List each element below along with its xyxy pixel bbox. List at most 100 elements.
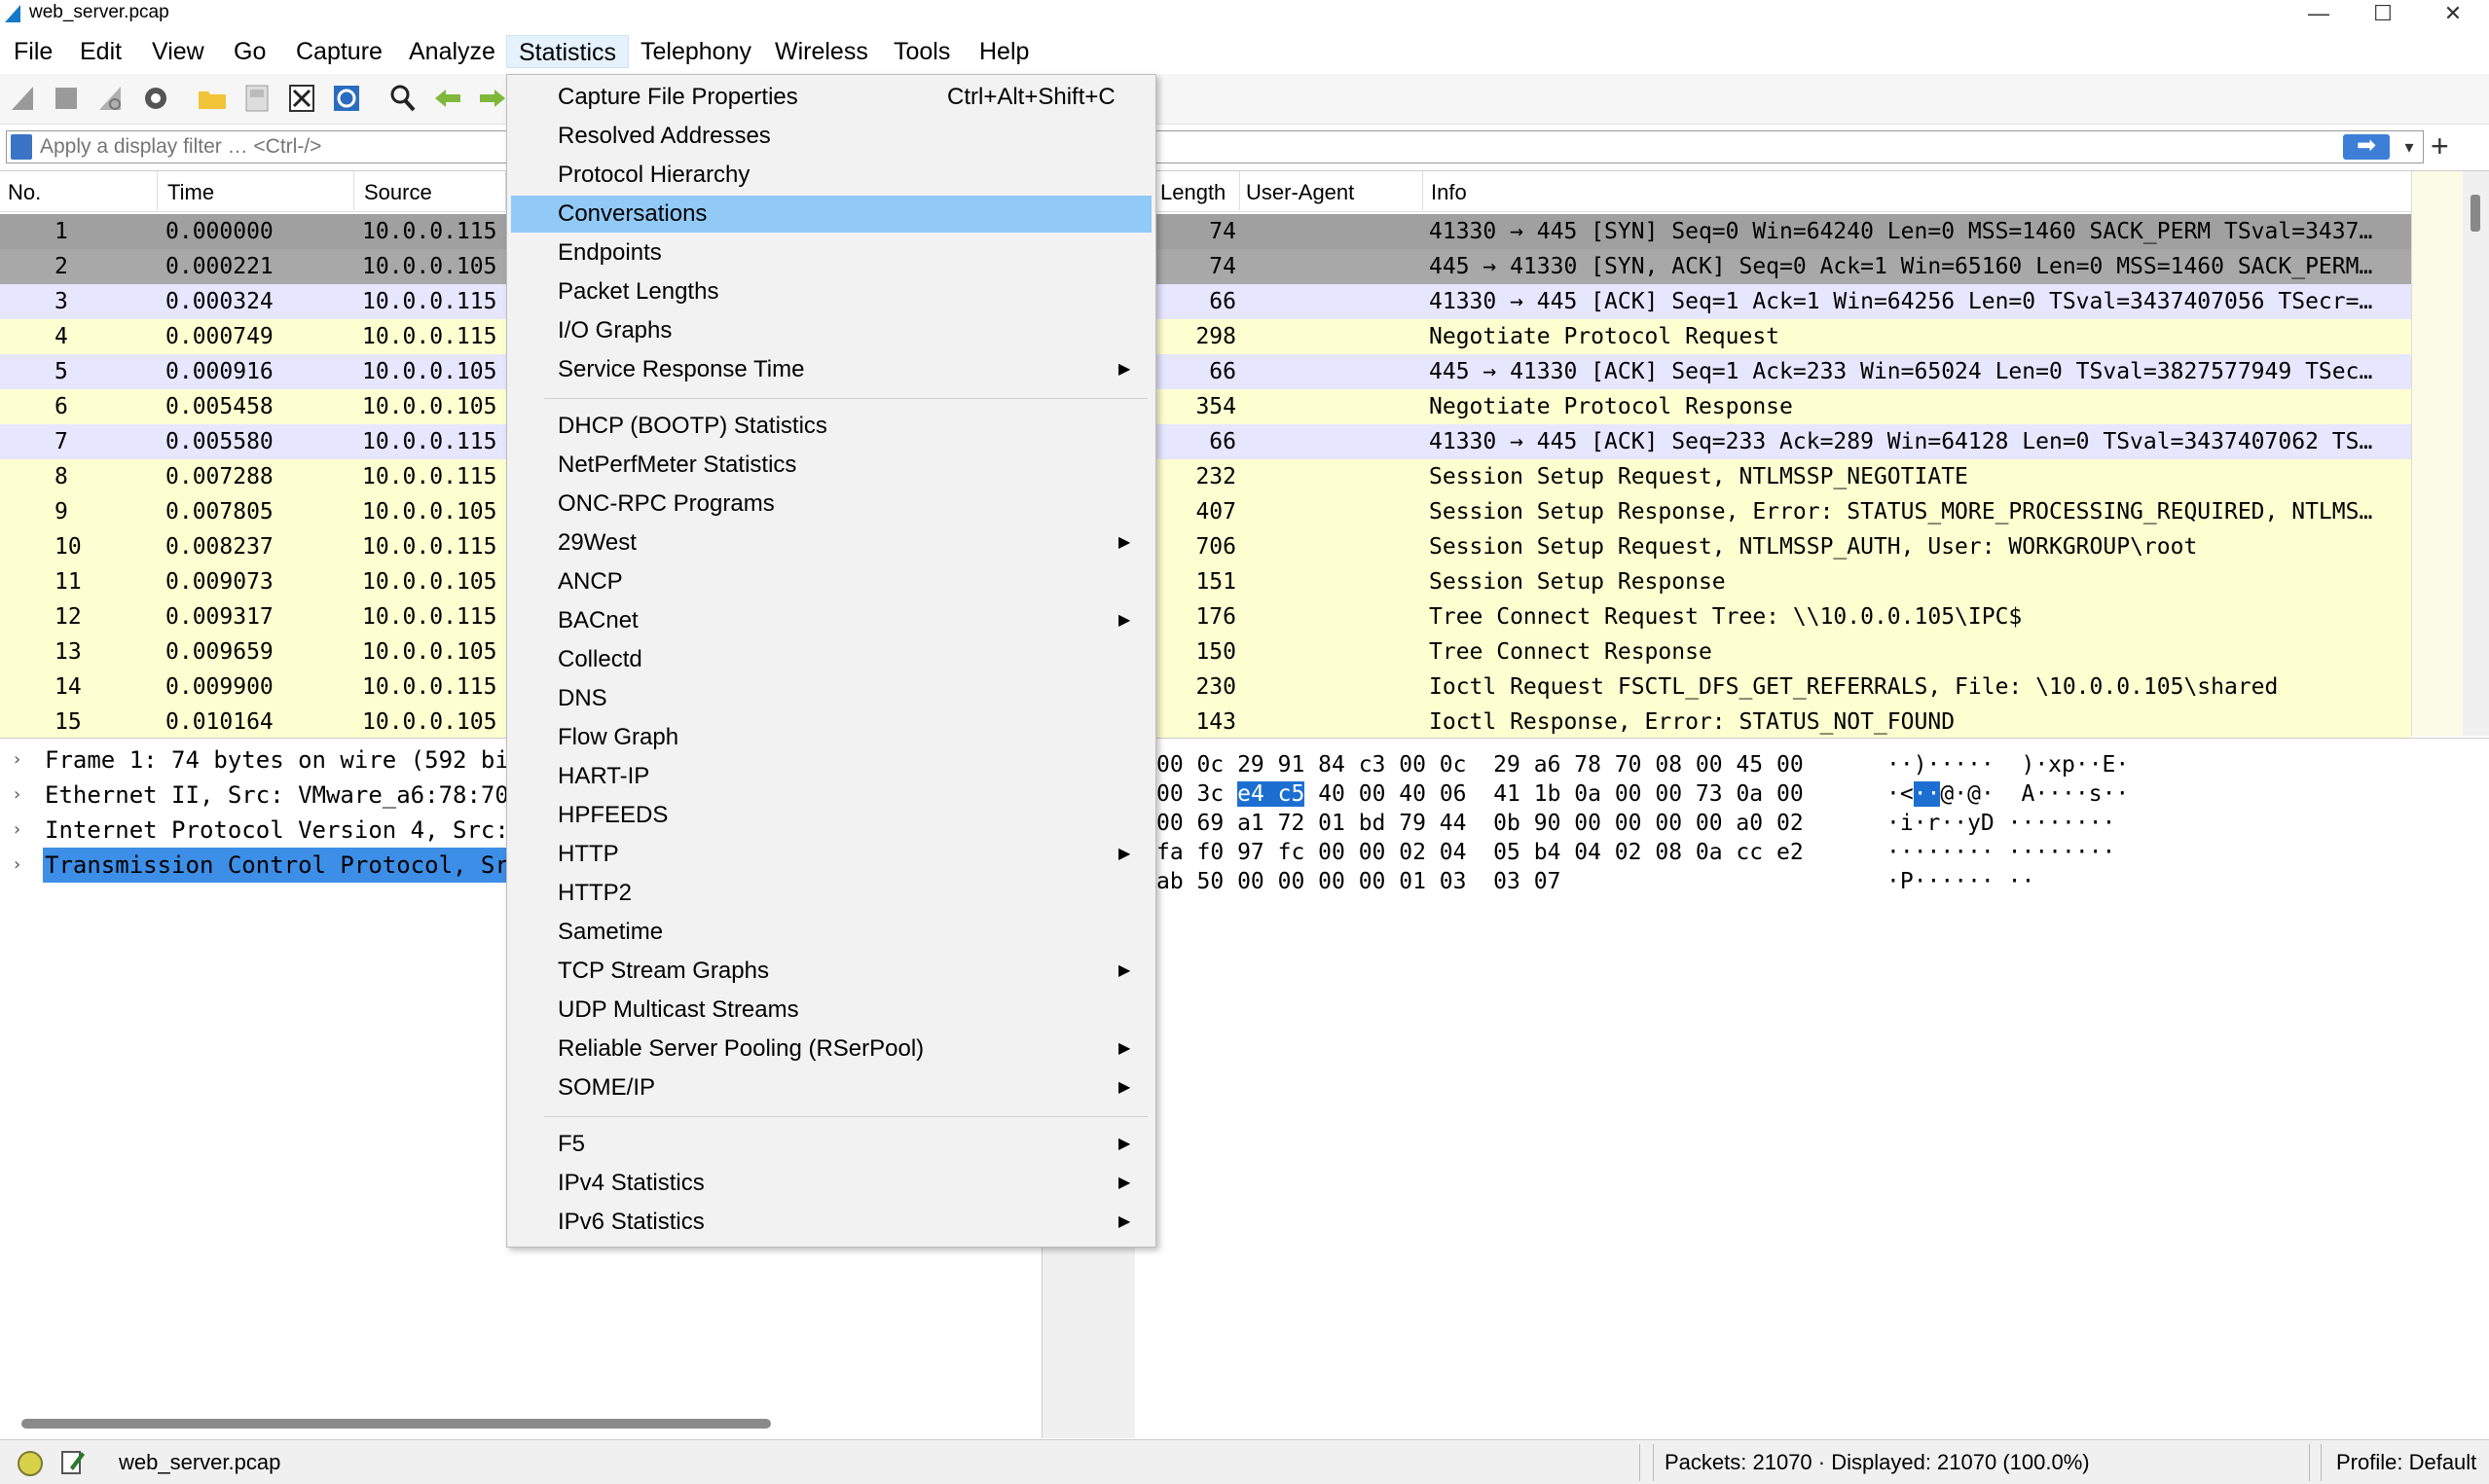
menu-item-reliable-server-pooling-rserpool[interactable]: Reliable Server Pooling (RSerPool) ▶ [511,1031,1152,1068]
menu-edit[interactable]: Edit [68,35,133,68]
menu-view[interactable]: View [140,35,216,68]
menu-item-collectd[interactable]: Collectd [511,641,1152,678]
menu-item-packet-lengths[interactable]: Packet Lengths [511,273,1152,310]
submenu-arrow-icon: ▶ [1118,1040,1131,1057]
menu-item-capture-file-properties[interactable]: Capture File Properties Ctrl+Alt+Shift+C [511,79,1152,116]
chevron-right-icon[interactable]: › [12,813,22,848]
menu-wireless[interactable]: Wireless [763,35,880,68]
menu-item-tcp-stream-graphs[interactable]: TCP Stream Graphs ▶ [511,953,1152,990]
expert-info-led-icon[interactable] [18,1451,43,1476]
arrow-right-icon[interactable]: ➡ [2343,134,2390,160]
packet-row[interactable]: 11 0.009073 10.0.0.105 151 Session Setup Res… [0,564,2411,599]
menu-go[interactable]: Go [222,35,277,68]
menu-analyze[interactable]: Analyze [397,35,507,68]
shark-fin-start-icon[interactable] [8,83,39,114]
bytes-row[interactable]: 00 69 a1 72 01 bd 79 44 0b 90 00 00 00 0… [1156,809,2115,838]
menu-file[interactable]: File [2,35,64,68]
menu-item-f5[interactable]: F5 ▶ [511,1126,1152,1163]
bytes-row[interactable]: 00 0c 29 91 84 c3 00 0c 29 a6 78 70 08 0… [1156,750,2129,779]
go-forward-arrow-icon[interactable] [477,83,508,114]
packet-list-scrollbar[interactable] [2411,171,2489,736]
packet-row[interactable]: 14 0.009900 10.0.0.115 230 Ioctl Request FSC… [0,670,2411,705]
bookmark-icon[interactable] [11,134,32,160]
menu-tools[interactable]: Tools [882,35,962,68]
packet-row[interactable]: 7 0.005580 10.0.0.115 66 41330 → 445 [ACK] S… [0,424,2411,459]
chevron-down-icon[interactable]: ▾ [2397,131,2421,163]
display-filter-input[interactable] [40,133,2327,161]
menu-item-flow-graph[interactable]: Flow Graph [511,719,1152,756]
options-gear-icon[interactable] [140,83,171,114]
menu-item-protocol-hierarchy[interactable]: Protocol Hierarchy [511,157,1152,194]
stop-icon[interactable] [51,83,82,114]
menu-item-netperfmeter-statistics[interactable]: NetPerfMeter Statistics [511,447,1152,484]
menu-item-some-ip[interactable]: SOME/IP ▶ [511,1069,1152,1106]
packet-row[interactable]: 13 0.009659 10.0.0.105 150 Tree Connect Resp… [0,634,2411,670]
packet-row[interactable]: 8 0.007288 10.0.0.115 232 Session Setup Requ… [0,459,2411,494]
add-filter-button[interactable]: + [2431,128,2449,163]
close-file-icon[interactable] [286,83,317,114]
packet-row[interactable]: 12 0.009317 10.0.0.115 176 Tree Connect Requ… [0,599,2411,634]
menu-capture[interactable]: Capture [284,35,394,68]
column-user-agent[interactable]: User-Agent [1238,171,1423,210]
packet-row[interactable]: 2 0.000221 10.0.0.105 74 445 → 41330 [SYN, A… [0,249,2411,284]
chevron-right-icon[interactable]: › [12,848,22,883]
chevron-right-icon[interactable]: › [12,778,22,813]
bytes-row[interactable]: ab 50 00 00 00 00 01 03 03 07 ·P······ ·· [1156,867,2034,896]
column-time[interactable]: Time [160,171,354,210]
menu-item-ipv4-statistics[interactable]: IPv4 Statistics ▶ [511,1165,1152,1202]
menu-item-ipv6-statistics[interactable]: IPv6 Statistics ▶ [511,1204,1152,1241]
find-magnifier-icon[interactable] [387,83,419,114]
menu-item-http[interactable]: HTTP ▶ [511,836,1152,873]
menu-item-dhcp-bootp-statistics[interactable]: DHCP (BOOTP) Statistics [511,408,1152,445]
column-no[interactable]: No. [0,171,158,210]
packet-row[interactable]: 15 0.010164 10.0.0.105 143 Ioctl Response, E… [0,705,2411,740]
open-folder-icon[interactable] [197,83,228,114]
column-source[interactable]: Source [356,171,506,210]
scrollbar-thumb[interactable] [2471,195,2480,232]
menu-telephony[interactable]: Telephony [629,35,763,68]
minimize-button[interactable]: — [2289,0,2348,29]
details-horizontal-scrollbar[interactable] [21,1419,771,1429]
bytes-row[interactable]: 00 3c e4 c5 40 00 40 06 41 1b 0a 00 00 7… [1156,779,2129,809]
menu-item-http2[interactable]: HTTP2 [511,875,1152,912]
packet-row[interactable]: 5 0.000916 10.0.0.105 66 445 → 41330 [ACK] S… [0,354,2411,389]
capture-comment-edit-icon[interactable] [60,1448,86,1475]
menu-item-service-response-time[interactable]: Service Response Time ▶ [511,351,1152,388]
menu-item-sametime[interactable]: Sametime [511,914,1152,951]
packet-row[interactable]: 6 0.005458 10.0.0.105 354 Negotiate Protocol… [0,389,2411,424]
menu-help[interactable]: Help [968,35,1041,68]
menu-statistics[interactable]: Statistics [506,35,630,68]
packet-row[interactable]: 9 0.007805 10.0.0.105 407 Session Setup Resp… [0,494,2411,529]
packet-cell-info: 445 → 41330 [ACK] Seq=1 Ack=233 Win=6502… [1429,359,2373,384]
menu-item-hpfeeds[interactable]: HPFEEDS [511,797,1152,834]
menu-item-hart-ip[interactable]: HART-IP [511,758,1152,795]
window-title: web_server.pcap [29,2,169,22]
bytes-row[interactable]: fa f0 97 fc 00 00 02 04 05 b4 04 02 08 0… [1156,838,2115,867]
status-profile[interactable]: Profile: Default [2336,1450,2476,1475]
chevron-right-icon[interactable]: › [12,742,22,778]
restart-icon[interactable] [95,83,127,114]
packet-overview-minimap[interactable] [2412,171,2463,736]
packet-row[interactable]: 3 0.000324 10.0.0.115 66 41330 → 445 [ACK] S… [0,284,2411,319]
close-button[interactable]: ✕ [2424,0,2482,29]
menu-item-i-o-graphs[interactable]: I/O Graphs [511,312,1152,349]
menu-item-dns[interactable]: DNS [511,680,1152,717]
reload-icon[interactable] [331,83,362,114]
menu-item-label: Capture File Properties [558,84,798,110]
go-back-arrow-icon[interactable] [432,83,463,114]
menu-item-endpoints[interactable]: Endpoints [511,235,1152,271]
column-length[interactable]: Length [1153,171,1240,210]
maximize-button[interactable]: ☐ [2354,0,2412,29]
menu-item-conversations[interactable]: Conversations [511,196,1152,233]
packet-row[interactable]: 1 0.000000 10.0.0.115 74 41330 → 445 [SYN] S… [0,214,2411,249]
menu-item-udp-multicast-streams[interactable]: UDP Multicast Streams [511,992,1152,1029]
packet-row[interactable]: 10 0.008237 10.0.0.115 706 Session Setup Req… [0,529,2411,564]
menu-item-bacnet[interactable]: BACnet ▶ [511,602,1152,639]
menu-item-ancp[interactable]: ANCP [511,563,1152,600]
menu-item-onc-rpc-programs[interactable]: ONC-RPC Programs [511,486,1152,523]
column-info[interactable]: Info [1423,171,2411,210]
menu-item-resolved-addresses[interactable]: Resolved Addresses [511,118,1152,155]
menu-item-29west[interactable]: 29West ▶ [511,525,1152,561]
save-file-icon[interactable] [241,83,273,114]
packet-row[interactable]: 4 0.000749 10.0.0.115 298 Negotiate Protocol… [0,319,2411,354]
